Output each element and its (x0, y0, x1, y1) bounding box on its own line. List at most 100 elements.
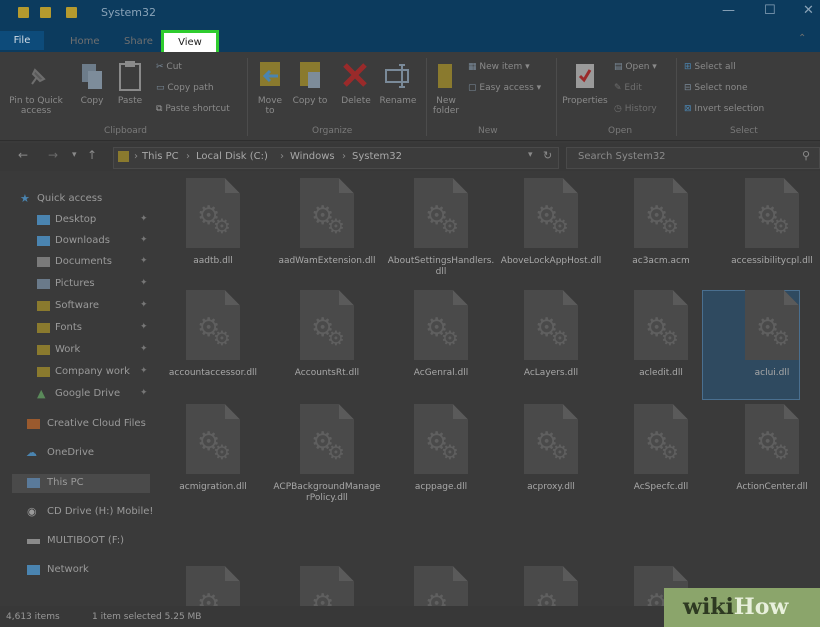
file-name: AccountsRt.dll (294, 368, 360, 378)
copy-to-button[interactable]: Copy to (292, 96, 328, 106)
nav-creative-cloud-files[interactable]: Creative Cloud Files (47, 418, 146, 429)
file-item[interactable]: ⚙ ⚙ AcSpecfc.dll (607, 404, 715, 512)
open-button[interactable]: ▤ Open ▾ (614, 62, 657, 72)
nav-quick-access[interactable]: Quick access (37, 193, 102, 204)
file-item[interactable]: ⚙ ⚙ acmigration.dll (159, 404, 267, 512)
file-item[interactable]: ⚙ ⚙ AcGenral.dll (387, 290, 495, 398)
maximize-button[interactable]: ☐ (764, 3, 776, 18)
gear-icon: ⚙ (213, 326, 231, 350)
properties-button[interactable]: Properties (560, 96, 610, 106)
file-item[interactable]: ⚙ ⚙ aadWamExtension.dll (273, 178, 381, 286)
cut-button[interactable]: ✂ Cut (156, 62, 182, 72)
gear-icon: ⚙ (551, 214, 569, 238)
file-item[interactable]: ⚙ ⚙ AcLayers.dll (497, 290, 605, 398)
nav-item-work[interactable]: Work (55, 344, 80, 355)
collapse-ribbon-icon[interactable]: ⌃ (798, 33, 806, 44)
quick-access-properties-icon[interactable] (40, 7, 51, 18)
nav-item-google-drive[interactable]: Google Drive (55, 388, 120, 399)
nav-item-downloads[interactable]: Downloads (55, 235, 110, 246)
google-drive-icon: ▲ (37, 387, 46, 400)
recent-locations-icon[interactable]: ▾ (72, 150, 77, 160)
copy-path-button[interactable]: ▭ Copy path (156, 83, 214, 93)
new-item-button[interactable]: ▦ New item ▾ (468, 62, 530, 72)
file-item[interactable]: ⚙ ⚙ AccountsRt.dll (273, 290, 381, 398)
easy-access-button[interactable]: ▢ Easy access ▾ (468, 83, 541, 93)
gear-icon: ⚙ (327, 440, 345, 464)
file-item[interactable]: ⚙ ⚙ ac3acm.acm (607, 178, 715, 286)
file-item[interactable]: ⚙ ⚙ AboutSettingsHandlers.dll (387, 178, 495, 286)
breadcrumb-this-pc[interactable]: This PC (142, 151, 179, 162)
file-item[interactable]: ⚙ ⚙ acppage.dll (387, 404, 495, 512)
group-divider (247, 58, 248, 136)
rename-button[interactable]: Rename (376, 96, 420, 106)
nav-network[interactable]: Network (47, 564, 89, 575)
file-name: ACPBackgroundManagerPolicy.dll (273, 482, 381, 503)
delete-button[interactable]: Delete (336, 96, 376, 106)
nav-multiboot[interactable]: MULTIBOOT (F:) (47, 535, 124, 546)
file-item-partial[interactable]: ⚙ (159, 566, 267, 606)
pin-to-quick-access-button[interactable]: Pin to Quick access (6, 96, 66, 116)
edit-button[interactable]: ✎ Edit (614, 83, 642, 93)
onedrive-icon: ☁ (26, 446, 37, 459)
copy-button[interactable]: Copy (74, 96, 110, 106)
file-item[interactable]: ⚙ ⚙ aclui.dll (718, 290, 820, 398)
usb-drive-icon (27, 539, 40, 544)
pin-icon: ✦ (140, 366, 148, 376)
breadcrumb-local-disk[interactable]: Local Disk (C:) (196, 151, 268, 162)
back-arrow-icon[interactable]: ← (18, 148, 28, 162)
paste-button[interactable]: Paste (112, 96, 148, 106)
file-name: ActionCenter.dll (736, 482, 808, 492)
breadcrumb-windows[interactable]: Windows (290, 151, 335, 162)
move-to-button[interactable]: Move to (252, 96, 288, 116)
invert-selection-button[interactable]: ⊠ Invert selection (684, 104, 764, 114)
address-history-dropdown-icon[interactable]: ▾ (528, 150, 533, 160)
nav-item-documents[interactable]: Documents (55, 256, 112, 267)
file-item[interactable]: ⚙ ⚙ accessibilitycpl.dll (718, 178, 820, 286)
close-button[interactable]: ✕ (803, 3, 814, 18)
breadcrumb-separator-icon: › (280, 151, 284, 162)
gear-icon: ⚙ (327, 326, 345, 350)
group-label-organize: Organize (312, 126, 353, 136)
minimize-button[interactable]: — (722, 3, 735, 18)
nav-cd-drive[interactable]: CD Drive (H:) Mobile! (47, 506, 153, 517)
new-folder-icon (438, 64, 452, 88)
nav-this-pc[interactable]: This PC (47, 477, 84, 488)
quick-access-folder-icon[interactable] (66, 7, 77, 18)
nav-item-fonts[interactable]: Fonts (55, 322, 82, 333)
select-none-button[interactable]: ⊟ Select none (684, 83, 748, 93)
folder-icon (37, 345, 50, 355)
tab-file[interactable]: File (0, 31, 44, 50)
file-item-partial[interactable]: ⚙ (273, 566, 381, 606)
file-item[interactable]: ⚙ ⚙ AboveLockAppHost.dll (497, 178, 605, 286)
ribbon-tabs (0, 26, 820, 52)
paste-shortcut-button[interactable]: ⧉ Paste shortcut (156, 104, 230, 114)
file-item[interactable]: ⚙ ⚙ aadtb.dll (159, 178, 267, 286)
nav-item-company-work[interactable]: Company work (55, 366, 130, 377)
refresh-icon[interactable]: ↻ (543, 149, 552, 162)
file-item[interactable]: ⚙ ⚙ accountaccessor.dll (159, 290, 267, 398)
nav-onedrive[interactable]: OneDrive (47, 447, 94, 458)
copy-to-icon (300, 62, 320, 88)
item-count: 4,613 items (6, 612, 60, 622)
tab-share[interactable]: Share (124, 36, 153, 47)
tab-home[interactable]: Home (70, 36, 100, 47)
file-item-partial[interactable]: ⚙ (497, 566, 605, 606)
history-button[interactable]: ◷ History (614, 104, 657, 114)
search-icon[interactable]: ⚲ (802, 149, 810, 162)
file-item-partial[interactable]: ⚙ (387, 566, 495, 606)
file-item[interactable]: ⚙ ⚙ ACPBackgroundManagerPolicy.dll (273, 404, 381, 512)
breadcrumb-system32[interactable]: System32 (352, 151, 402, 162)
forward-arrow-icon[interactable]: → (48, 148, 58, 162)
nav-item-desktop[interactable]: Desktop (55, 214, 96, 225)
gear-icon: ⚙ (661, 214, 679, 238)
file-item[interactable]: ⚙ ⚙ acproxy.dll (497, 404, 605, 512)
file-item[interactable]: ⚙ ⚙ acledit.dll (607, 290, 715, 398)
history-icon: ◷ (614, 104, 622, 114)
select-all-button[interactable]: ⊞ Select all (684, 62, 736, 72)
nav-item-software[interactable]: Software (55, 300, 99, 311)
new-folder-button[interactable]: New folder (424, 96, 468, 116)
up-arrow-icon[interactable]: ↑ (87, 148, 97, 162)
file-item[interactable]: ⚙ ⚙ ActionCenter.dll (718, 404, 820, 512)
nav-item-pictures[interactable]: Pictures (55, 278, 95, 289)
address-bar[interactable] (113, 147, 559, 169)
